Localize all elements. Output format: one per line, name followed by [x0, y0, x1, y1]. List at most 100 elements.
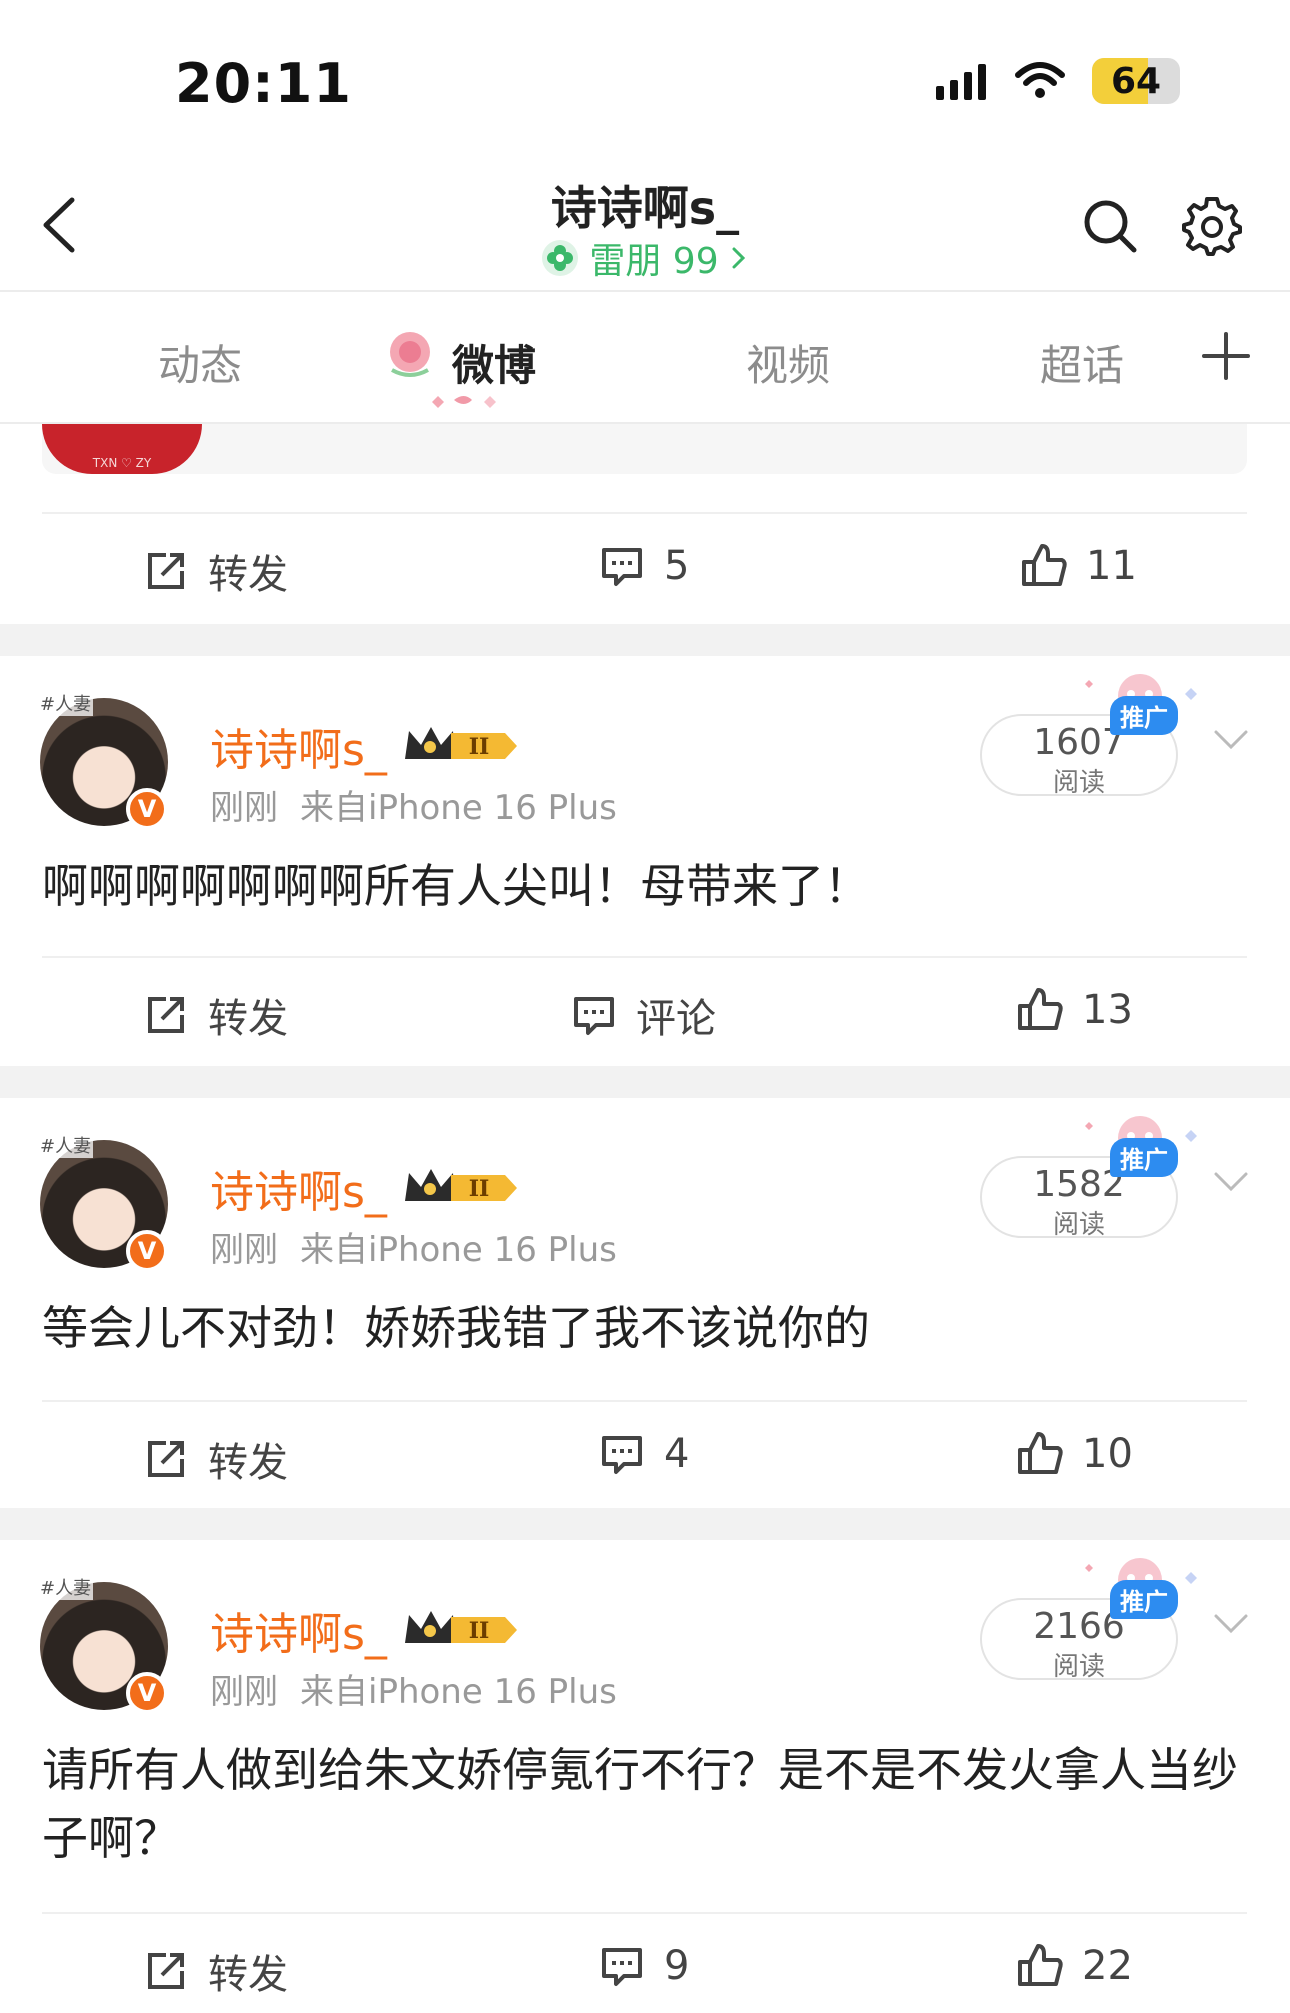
- partial-post-media: [42, 424, 1247, 474]
- svg-text:II: II: [469, 1176, 490, 1202]
- share-icon: [148, 553, 184, 589]
- profile-header: 诗诗啊s_ 雷朋 99: [0, 160, 1290, 292]
- feed-separator: [0, 1508, 1290, 1540]
- status-icons: 64: [936, 58, 1180, 104]
- like-button[interactable]: 11: [1020, 542, 1137, 590]
- post-text: 啊啊啊啊啊啊啊所有人尖叫！母带来了！: [42, 859, 870, 913]
- partial-post-action-bar: 转发 5 11: [42, 512, 1247, 620]
- repost-label: 转发: [208, 1952, 288, 1998]
- chevron-down-icon[interactable]: [1210, 718, 1252, 760]
- comment-label: 评论: [636, 996, 716, 1042]
- promote-badge[interactable]: 推广: [1110, 1580, 1178, 1619]
- verified-badge: V: [126, 788, 168, 830]
- crown-badge-icon: II: [404, 1611, 517, 1644]
- weibo-post: #人妻 V 诗诗啊s_ II 刚刚 来自iPhone 16 Plus 1607 阅…: [0, 656, 1290, 1064]
- comment-count: 4: [664, 1431, 690, 1477]
- chevron-right-icon: [732, 247, 745, 269]
- author-name: 诗诗啊s_: [210, 1167, 387, 1218]
- verified-badge: V: [126, 1672, 168, 1714]
- post-author[interactable]: 诗诗啊s_ II: [210, 1598, 521, 1662]
- verified-badge: V: [126, 1230, 168, 1272]
- repost-label: 转发: [208, 1440, 288, 1486]
- comment-button[interactable]: 4: [598, 1430, 689, 1478]
- like-count: 13: [1082, 987, 1133, 1033]
- post-time: 刚刚: [210, 788, 278, 828]
- repost-label: 转发: [208, 552, 288, 598]
- post-action-bar: 转发 4 10: [42, 1400, 1247, 1508]
- post-time: 刚刚: [210, 1672, 278, 1712]
- status-time: 20:11: [175, 52, 352, 115]
- read-label: 阅读: [1052, 1652, 1105, 1682]
- weibo-post: #人妻 V 诗诗啊s_ II 刚刚 来自iPhone 16 Plus 2166 阅…: [0, 1540, 1290, 2013]
- repost-button[interactable]: 转发: [142, 1430, 288, 1488]
- gear-icon[interactable]: [1182, 196, 1242, 256]
- post-time: 刚刚: [210, 1230, 278, 1270]
- promote-badge[interactable]: 推广: [1110, 696, 1178, 735]
- thumbs-up-icon: [1018, 1432, 1063, 1474]
- crown-badge-icon: II: [404, 1169, 517, 1202]
- cellular-signal-icon: [936, 64, 986, 100]
- tab-super-topic[interactable]: 超话: [1040, 332, 1124, 393]
- avatar[interactable]: #人妻 V: [38, 1132, 172, 1272]
- promote-badge[interactable]: 推广: [1110, 1138, 1178, 1177]
- tab-video[interactable]: 视频: [746, 332, 830, 393]
- search-icon[interactable]: [1080, 196, 1140, 256]
- post-text: 请所有人做到给朱文娇停氪行不行？是不是不发火拿人当纱子啊？: [42, 1743, 1238, 1865]
- share-icon: [148, 997, 184, 1033]
- thumbs-up-icon: [1018, 1944, 1063, 1986]
- repost-button[interactable]: 转发: [142, 986, 288, 1044]
- post-meta: 刚刚 来自iPhone 16 Plus: [210, 1222, 639, 1271]
- avatar-tag: #人妻: [38, 1574, 94, 1600]
- share-icon: [148, 1953, 184, 1989]
- like-count: 10: [1082, 1431, 1133, 1477]
- battery-indicator: 64: [1092, 58, 1180, 104]
- repost-button[interactable]: 转发: [142, 542, 288, 600]
- repost-button[interactable]: 转发: [142, 1942, 288, 2000]
- feed-separator: [0, 624, 1290, 656]
- tab-weibo[interactable]: 微博: [452, 332, 536, 393]
- comment-count: 9: [664, 1943, 690, 1989]
- comment-icon: [602, 1436, 642, 1474]
- read-label: 阅读: [1052, 1210, 1105, 1240]
- comment-button[interactable]: 评论: [570, 986, 716, 1044]
- crown-badge-icon: II: [404, 727, 517, 760]
- comment-icon: [574, 997, 614, 1035]
- wifi-icon: [1015, 62, 1065, 98]
- profile-tabs: 动态 微博 视频 超话: [0, 294, 1290, 424]
- post-action-bar: 转发 评论 13: [42, 956, 1247, 1064]
- rank-label: 雷朋 99: [589, 241, 719, 282]
- battery-level: 64: [1110, 61, 1162, 102]
- avatar-tag: #人妻: [38, 690, 94, 716]
- avatar[interactable]: #人妻 V: [38, 690, 172, 830]
- chevron-down-icon[interactable]: [1210, 1160, 1252, 1202]
- author-name: 诗诗啊s_: [210, 1609, 387, 1660]
- like-count: 22: [1082, 1943, 1133, 1989]
- post-author[interactable]: 诗诗啊s_ II: [210, 1156, 521, 1220]
- like-button[interactable]: 10: [1016, 1430, 1133, 1478]
- comment-icon: [602, 548, 642, 586]
- partial-post-image[interactable]: TXN ♡ ZY: [42, 424, 202, 474]
- post-author[interactable]: 诗诗啊s_ II: [210, 714, 521, 778]
- avatar[interactable]: #人妻 V: [38, 1574, 172, 1714]
- post-text: 等会儿不对劲！娇娇我错了我不该说你的: [42, 1301, 870, 1355]
- feed-separator: [0, 1066, 1290, 1098]
- svg-text:II: II: [469, 734, 490, 760]
- chevron-down-icon[interactable]: [1210, 1602, 1252, 1644]
- partial-post-image-text: TXN ♡ ZY: [92, 456, 152, 470]
- post-meta: 刚刚 来自iPhone 16 Plus: [210, 1664, 639, 1713]
- repost-label: 转发: [208, 996, 288, 1042]
- clover-icon: [542, 240, 579, 276]
- status-bar: 20:11 64: [0, 0, 1290, 170]
- like-button[interactable]: 22: [1016, 1942, 1133, 1990]
- post-meta: 刚刚 来自iPhone 16 Plus: [210, 780, 639, 829]
- comment-button[interactable]: 9: [598, 1942, 689, 1990]
- read-label: 阅读: [1052, 768, 1105, 798]
- tab-dynamics[interactable]: 动态: [158, 332, 242, 393]
- author-name: 诗诗啊s_: [210, 725, 387, 776]
- plus-icon[interactable]: [1200, 330, 1252, 382]
- comment-button[interactable]: 5: [598, 542, 689, 590]
- partial-post-card: TXN ♡ ZY 转发 5 11: [0, 424, 1290, 624]
- share-icon: [148, 1441, 184, 1477]
- comment-count: 5: [664, 543, 690, 589]
- like-button[interactable]: 13: [1016, 986, 1133, 1034]
